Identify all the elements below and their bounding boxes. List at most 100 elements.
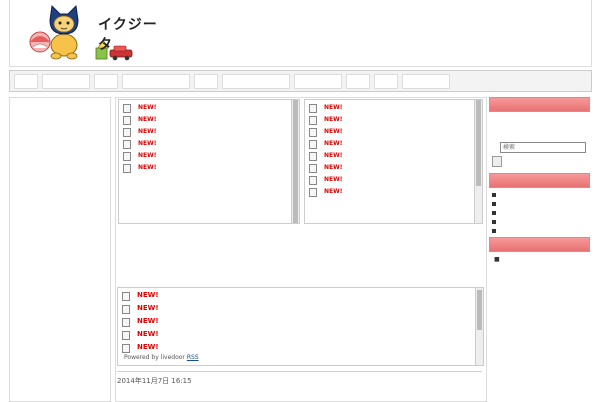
scrollbar[interactable]: [291, 100, 299, 223]
rss-item: NEW!: [123, 163, 295, 173]
category-root: ■: [494, 256, 500, 263]
new-badge: NEW!: [138, 164, 157, 171]
site-logo[interactable]: イクジータ: [18, 0, 168, 64]
new-badge: NEW!: [138, 152, 157, 159]
entry-title[interactable]: [117, 388, 322, 396]
sidebar-link-item: [492, 218, 587, 224]
bullet-icon: [492, 229, 496, 233]
document-icon: [122, 318, 130, 327]
bullet-icon: [492, 220, 496, 224]
new-badge: NEW!: [324, 176, 343, 183]
rss-item: NEW!: [123, 115, 295, 125]
site-title[interactable]: イクジータ: [98, 14, 168, 54]
rss-item: NEW!: [309, 151, 478, 161]
document-icon: [309, 188, 317, 197]
rss-item: NEW!: [122, 330, 479, 340]
nav-item[interactable]: [402, 73, 450, 89]
document-icon: [123, 104, 131, 113]
about-heading: [489, 97, 590, 112]
nav-item[interactable]: [346, 73, 370, 89]
rss-item: NEW!: [123, 127, 295, 137]
links-list: [489, 188, 590, 233]
new-badge: NEW!: [138, 104, 157, 111]
sidebar-link-item: [492, 191, 587, 197]
rss-right-list: NEW! NEW! NEW! NEW! NEW! NEW! NEW! NEW!: [305, 100, 482, 197]
rss-item: NEW!: [309, 175, 478, 185]
new-badge: NEW!: [138, 116, 157, 123]
nav-item[interactable]: [122, 73, 190, 89]
document-icon: [309, 116, 317, 125]
document-icon: [309, 152, 317, 161]
document-icon: [122, 292, 130, 301]
new-badge: NEW!: [138, 128, 157, 135]
scroll-thumb[interactable]: [476, 100, 481, 187]
rss-item: NEW!: [309, 115, 478, 125]
sidebar-link-item: [492, 209, 587, 215]
entry-date: 2014年11月7日 16:15: [117, 377, 192, 385]
nav-item[interactable]: [14, 73, 38, 89]
rss-item: NEW!: [309, 163, 478, 173]
rss-link[interactable]: RSS: [187, 354, 199, 361]
document-icon: [123, 164, 131, 173]
sidebar-link-item: [492, 227, 587, 233]
rss-item: NEW!: [309, 139, 478, 149]
new-badge: NEW!: [138, 140, 157, 147]
site-description: [177, 53, 233, 60]
sidebar-link-item: [492, 200, 587, 206]
left-column: [9, 97, 111, 402]
document-icon: [123, 128, 131, 137]
scrollbar[interactable]: [475, 288, 483, 365]
entry-divider: [117, 371, 482, 372]
search-row: [489, 142, 590, 153]
nav-item[interactable]: [222, 73, 290, 89]
document-icon: [123, 116, 131, 125]
document-icon: [123, 140, 131, 149]
document-icon: [309, 164, 317, 173]
nav-list: [10, 71, 591, 91]
rss-box-left: NEW! NEW! NEW! NEW! NEW! NEW!: [118, 99, 300, 224]
document-icon: [309, 176, 317, 185]
bullet-icon: [492, 193, 496, 197]
document-icon: [309, 140, 317, 149]
rss-box-right: NEW! NEW! NEW! NEW! NEW! NEW! NEW! NEW!: [304, 99, 483, 224]
site-header: イクジータ: [9, 0, 592, 67]
rss-item: NEW!: [309, 103, 478, 113]
scroll-thumb[interactable]: [477, 290, 482, 330]
categories-list: ■: [489, 252, 590, 264]
new-badge: NEW!: [324, 188, 343, 195]
rss-item: NEW!: [123, 103, 295, 113]
new-badge: NEW!: [324, 128, 343, 135]
rss-item: NEW!: [122, 343, 479, 353]
nav-item[interactable]: [94, 73, 118, 89]
nav-item[interactable]: [294, 73, 342, 89]
new-badge: NEW!: [324, 152, 343, 159]
document-icon: [123, 152, 131, 161]
document-icon: [122, 331, 130, 340]
about-text: [489, 112, 590, 138]
global-nav: [9, 70, 592, 92]
rss-wide-list: NEW! NEW! NEW! NEW! NEW!: [118, 288, 483, 353]
new-badge: NEW!: [324, 140, 343, 147]
new-badge: NEW!: [324, 116, 343, 123]
scrollbar[interactable]: [474, 100, 482, 223]
scroll-thumb[interactable]: [293, 100, 298, 223]
rss-item: NEW!: [122, 291, 479, 301]
powered-by: Powered by livedoor RSS: [124, 354, 199, 361]
document-icon: [309, 104, 317, 113]
links-heading: [489, 173, 590, 188]
document-icon: [122, 344, 130, 353]
categories-heading: [489, 237, 590, 252]
new-badge: NEW!: [137, 317, 159, 325]
bullet-icon: [492, 211, 496, 215]
search-button[interactable]: [492, 156, 502, 167]
new-badge: NEW!: [137, 330, 159, 338]
rss-item: NEW!: [122, 304, 479, 314]
document-icon: [122, 305, 130, 314]
nav-item[interactable]: [374, 73, 398, 89]
nav-item[interactable]: [42, 73, 90, 89]
rss-box-wide: NEW! NEW! NEW! NEW! NEW! Powered by livedoor…: [117, 287, 484, 366]
search-input[interactable]: [500, 142, 586, 153]
new-badge: NEW!: [324, 164, 343, 171]
nav-item[interactable]: [194, 73, 218, 89]
rss-item: NEW!: [309, 187, 478, 197]
